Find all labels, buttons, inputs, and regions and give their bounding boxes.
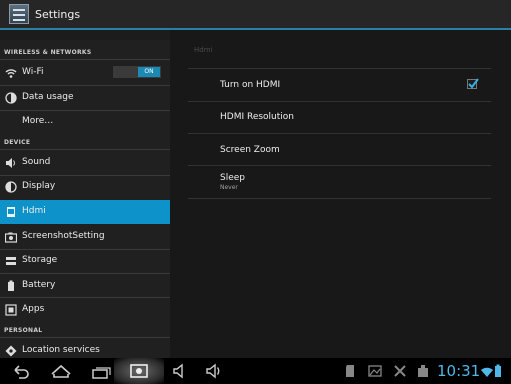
apps-icon	[5, 304, 17, 316]
back-icon[interactable]	[12, 362, 30, 380]
hdmi-resolution-label[interactable]: HDMI Resolution	[220, 112, 294, 122]
settings-sidebar: WIRELESS & NETWORKS Wi-Fi ON Data usage …	[0, 40, 170, 358]
sidebar-item-label: Location services	[22, 345, 100, 355]
sidebar-item-label: Data usage	[22, 92, 74, 102]
download-icon	[417, 364, 429, 382]
sd-card-icon	[344, 364, 356, 382]
sleep-label[interactable]: Sleep	[220, 173, 245, 183]
turn-on-hdmi-checkbox[interactable]	[467, 78, 479, 89]
sidebar-item-sound[interactable]: Sound	[0, 151, 170, 175]
sidebar-item-storage[interactable]: Storage	[0, 249, 170, 273]
toggle-on-label: ON	[138, 67, 160, 77]
detail-header: Hdmi	[194, 46, 213, 54]
storage-icon	[5, 255, 17, 267]
app-title: Settings	[35, 8, 81, 21]
sidebar-item-label: Display	[22, 181, 56, 191]
divider	[188, 68, 491, 69]
sidebar-item-more[interactable]: More…	[0, 110, 170, 134]
recent-apps-icon[interactable]	[92, 362, 112, 380]
sidebar-item-label: ScreenshotSetting	[22, 231, 105, 241]
battery-icon	[5, 280, 17, 292]
sidebar-item-label: Apps	[22, 304, 45, 314]
system-navigation-bar	[0, 358, 511, 384]
gallery-icon	[368, 364, 382, 382]
home-icon[interactable]	[50, 362, 72, 380]
section-personal: PERSONAL	[4, 327, 43, 334]
clock: 10:31	[437, 362, 481, 380]
sidebar-item-hdmi[interactable]: Hdmi	[0, 200, 170, 224]
screenshot-button[interactable]	[114, 358, 164, 384]
section-wireless-networks: WIRELESS & NETWORKS	[4, 49, 92, 56]
sidebar-item-wifi[interactable]: Wi-Fi ON	[0, 61, 170, 85]
action-bar: Settings	[0, 0, 511, 30]
section-device: DEVICE	[4, 139, 31, 146]
sidebar-item-screenshot-setting[interactable]: ScreenshotSetting	[0, 225, 170, 249]
sidebar-item-label: Hdmi	[22, 206, 46, 216]
divider	[188, 101, 491, 102]
display-icon	[5, 181, 17, 193]
sidebar-item-label: Wi-Fi	[22, 67, 44, 77]
wifi-status-icon	[480, 364, 494, 382]
sidebar-item-label: Storage	[22, 255, 58, 265]
divider	[0, 149, 170, 150]
divider	[0, 337, 170, 338]
sleep-summary: Never	[220, 184, 238, 191]
screen-zoom-label[interactable]: Screen Zoom	[220, 145, 280, 155]
sidebar-item-battery[interactable]: Battery	[0, 274, 170, 298]
data-usage-icon	[5, 92, 17, 104]
wifi-toggle[interactable]: ON	[113, 66, 161, 78]
screenshot-icon	[130, 364, 148, 378]
speaker-icon	[5, 157, 17, 169]
sidebar-item-data-usage[interactable]: Data usage	[0, 86, 170, 110]
divider	[188, 165, 491, 166]
sidebar-item-label: More…	[22, 116, 54, 126]
sidebar-item-label: Battery	[22, 280, 56, 290]
checkmark-icon	[468, 78, 479, 89]
sidebar-item-label: Sound	[22, 157, 51, 167]
location-icon	[5, 345, 17, 357]
hdmi-detail-pane: Hdmi Turn on HDMI HDMI Resolution Screen…	[170, 30, 511, 358]
sidebar-item-apps[interactable]: Apps	[0, 298, 170, 322]
divider	[0, 59, 170, 60]
divider	[188, 133, 491, 134]
hdmi-icon	[5, 206, 17, 218]
usb-icon	[393, 364, 407, 382]
sidebar-item-display[interactable]: Display	[0, 175, 170, 199]
battery-status-icon	[494, 364, 502, 382]
turn-on-hdmi-label[interactable]: Turn on HDMI	[220, 80, 280, 90]
divider	[188, 198, 491, 199]
camera-icon	[4, 231, 18, 243]
wifi-icon	[5, 67, 17, 79]
volume-down-icon[interactable]	[172, 362, 190, 380]
settings-icon[interactable]	[9, 4, 29, 24]
volume-up-icon[interactable]	[205, 362, 225, 380]
